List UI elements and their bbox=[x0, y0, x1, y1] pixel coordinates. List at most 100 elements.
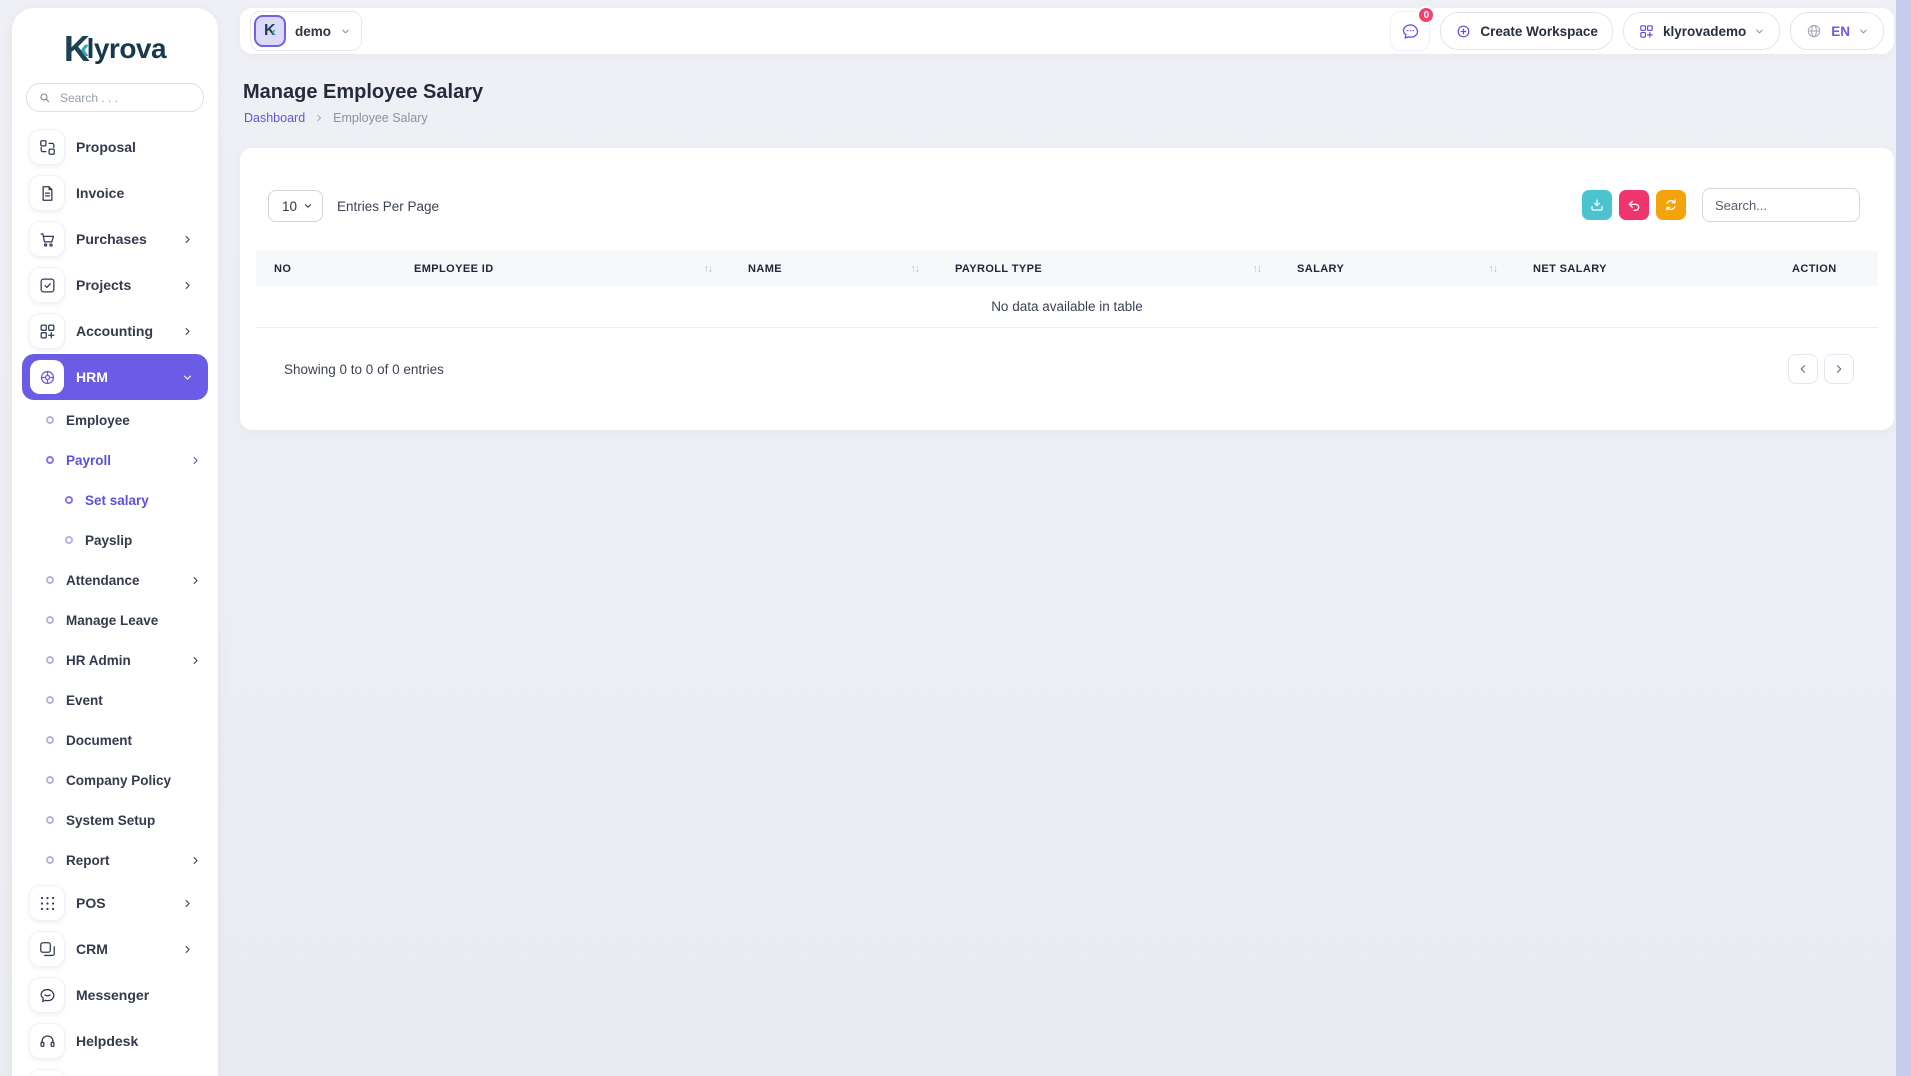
entries-per-page-select[interactable]: 10 bbox=[268, 190, 323, 222]
sidebar-item-payslip[interactable]: Payslip bbox=[22, 520, 208, 560]
table-search-input[interactable] bbox=[1702, 188, 1860, 222]
sidebar-item-accounting[interactable]: Accounting bbox=[22, 308, 208, 354]
sidebar-item-label: Manage Leave bbox=[66, 613, 158, 628]
sidebar-item-label: Set salary bbox=[85, 493, 149, 508]
account-menu-button[interactable]: klyrovademo bbox=[1623, 12, 1780, 50]
sidebar-item-document[interactable]: Document bbox=[22, 720, 208, 760]
sidebar-item-proposal[interactable]: Proposal bbox=[22, 124, 208, 170]
sidebar-item-invoice[interactable]: Invoice bbox=[22, 170, 208, 216]
sidebar-item-label: CRM bbox=[76, 941, 108, 957]
app-logo: K‹lyrova bbox=[12, 8, 218, 72]
sidebar-item-system-setup[interactable]: System Setup bbox=[22, 800, 208, 840]
bullet-icon bbox=[46, 816, 54, 824]
bullet-icon bbox=[46, 776, 54, 784]
bullet-icon bbox=[46, 656, 54, 664]
bullet-icon bbox=[46, 736, 54, 744]
column-header-name[interactable]: NAME ↑↓ bbox=[730, 251, 937, 286]
empty-message: No data available in table bbox=[991, 299, 1143, 314]
column-header-employee-id[interactable]: EMPLOYEE ID ↑↓ bbox=[396, 251, 730, 286]
sort-icon[interactable]: ↑↓ bbox=[1253, 263, 1262, 275]
sidebar-item-attendance[interactable]: Attendance bbox=[22, 560, 208, 600]
messenger-icon bbox=[30, 978, 64, 1012]
column-label: PAYROLL TYPE bbox=[955, 263, 1042, 275]
reset-button[interactable] bbox=[1619, 190, 1649, 220]
sidebar-item-pos[interactable]: POS bbox=[22, 880, 208, 926]
sidebar-item-set-salary[interactable]: Set salary bbox=[22, 480, 208, 520]
sidebar-item-label: Event bbox=[66, 693, 103, 708]
sidebar-item-crm[interactable]: CRM bbox=[22, 926, 208, 972]
page-title: Manage Employee Salary bbox=[243, 81, 483, 104]
download-icon bbox=[1589, 197, 1605, 213]
refresh-button[interactable] bbox=[1656, 190, 1686, 220]
circle-plus-icon bbox=[1455, 23, 1472, 40]
sidebar-item-label: Attendance bbox=[66, 573, 140, 588]
chevron-right-icon bbox=[182, 944, 193, 955]
showing-entries-text: Showing 0 to 0 of 0 entries bbox=[284, 362, 444, 377]
sidebar-item-company-policy[interactable]: Company Policy bbox=[22, 760, 208, 800]
sidebar-item-hr-admin[interactable]: HR Admin bbox=[22, 640, 208, 680]
workspace-switcher[interactable]: K‹ demo bbox=[250, 11, 362, 51]
sidebar-item-manage-leave[interactable]: Manage Leave bbox=[22, 600, 208, 640]
sidebar-item-label: POS bbox=[76, 895, 106, 911]
employee-salary-card: 10 Entries Per Page NOEMPLOYEE ID↑↓NAME↑… bbox=[240, 148, 1894, 430]
purchases-icon bbox=[30, 222, 64, 256]
table-actions bbox=[1575, 188, 1860, 222]
sidebar-search[interactable] bbox=[26, 83, 204, 112]
table-header-row: NOEMPLOYEE ID↑↓NAME↑↓PAYROLL TYPE↑↓SALAR… bbox=[256, 251, 1878, 286]
column-header-payroll-type[interactable]: PAYROLL TYPE ↑↓ bbox=[937, 251, 1279, 286]
chevron-down-icon bbox=[1858, 26, 1869, 37]
next-page-button[interactable] bbox=[1824, 354, 1854, 384]
sidebar: K‹lyrova ProposalInvoicePurchases Project… bbox=[12, 8, 218, 1076]
sidebar-item-label: Employee bbox=[66, 413, 130, 428]
table-footer: Showing 0 to 0 of 0 entries bbox=[256, 354, 1878, 384]
sidebar-item-event[interactable]: Event bbox=[22, 680, 208, 720]
employee-salary-table: NOEMPLOYEE ID↑↓NAME↑↓PAYROLL TYPE↑↓SALAR… bbox=[256, 251, 1878, 384]
sidebar-item-settings[interactable]: Settings bbox=[22, 1064, 208, 1076]
column-label: EMPLOYEE ID bbox=[414, 263, 494, 275]
topbar: K‹ demo 0 Create Workspace klyrovademo bbox=[240, 8, 1894, 54]
bullet-icon bbox=[46, 416, 54, 424]
chevron-right-icon bbox=[1833, 363, 1845, 375]
sidebar-item-label: System Setup bbox=[66, 813, 155, 828]
avatar-logo-accent-icon: ‹ bbox=[272, 25, 276, 38]
sidebar-item-purchases[interactable]: Purchases bbox=[22, 216, 208, 262]
sort-icon[interactable]: ↑↓ bbox=[704, 263, 713, 275]
bullet-icon bbox=[46, 696, 54, 704]
export-button[interactable] bbox=[1582, 190, 1612, 220]
sidebar-item-label: HRM bbox=[76, 369, 108, 385]
sidebar-search-input[interactable] bbox=[58, 90, 192, 106]
sidebar-item-label: Projects bbox=[76, 277, 131, 293]
sidebar-item-projects[interactable]: Projects bbox=[22, 262, 208, 308]
chevron-right-icon bbox=[182, 898, 193, 909]
chevron-right-icon bbox=[182, 280, 193, 291]
sidebar-item-label: Messenger bbox=[76, 987, 149, 1003]
previous-page-button[interactable] bbox=[1788, 354, 1818, 384]
sidebar-item-helpdesk[interactable]: Helpdesk bbox=[22, 1018, 208, 1064]
sidebar-item-employee[interactable]: Employee bbox=[22, 400, 208, 440]
workspace-avatar: K‹ bbox=[254, 15, 286, 47]
hrm-icon bbox=[30, 360, 64, 394]
sidebar-item-report[interactable]: Report bbox=[22, 840, 208, 880]
messages-button[interactable]: 0 bbox=[1390, 11, 1430, 51]
scrollbar[interactable] bbox=[1896, 0, 1911, 1076]
invoice-icon bbox=[30, 176, 64, 210]
sort-icon[interactable]: ↑↓ bbox=[911, 263, 920, 275]
search-icon bbox=[38, 91, 51, 104]
sidebar-item-hrm[interactable]: HRM bbox=[22, 354, 208, 400]
sidebar-item-messenger[interactable]: Messenger bbox=[22, 972, 208, 1018]
language-selector[interactable]: EN bbox=[1790, 12, 1884, 50]
sidebar-menu: ProposalInvoicePurchases Projects Accounti… bbox=[12, 116, 218, 1076]
messages-badge: 0 bbox=[1417, 6, 1435, 24]
chevron-down-icon bbox=[182, 372, 193, 383]
logo-text: lyrova bbox=[87, 35, 167, 63]
grid-plus-icon bbox=[1638, 23, 1655, 40]
column-header-salary[interactable]: SALARY↑↓ bbox=[1279, 251, 1515, 286]
column-label: NAME bbox=[748, 263, 782, 275]
breadcrumb-dashboard-link[interactable]: Dashboard bbox=[244, 111, 305, 125]
globe-icon bbox=[1805, 22, 1823, 40]
chat-icon bbox=[1400, 21, 1421, 42]
create-workspace-button[interactable]: Create Workspace bbox=[1440, 12, 1613, 50]
sidebar-item-label: Helpdesk bbox=[76, 1033, 138, 1049]
sidebar-item-payroll[interactable]: Payroll bbox=[22, 440, 208, 480]
sort-icon[interactable]: ↑↓ bbox=[1489, 263, 1498, 275]
